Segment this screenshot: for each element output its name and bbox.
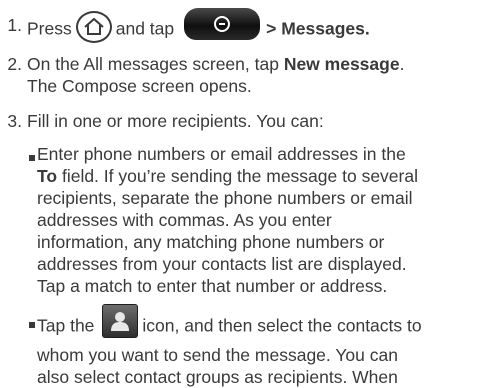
step-1-messages-label: > Messages.	[266, 18, 370, 39]
contact-icon	[102, 304, 139, 338]
step-1-press-text: Press	[27, 18, 72, 39]
step-3-text: Fill in one or more recipients. You can:	[27, 111, 324, 131]
bullet-1-text: Enter phone numbers or email addresses i…	[37, 144, 418, 296]
step-1-tap-text: and tap	[115, 18, 175, 39]
to-field-label: To	[37, 166, 58, 186]
step-2-line-2: The Compose screen opens.	[27, 76, 252, 96]
step-number: 1.	[7, 15, 22, 35]
step-2-line-1: On the All messages screen, tap New mess…	[27, 54, 405, 74]
instruction-page: 1. Press and tap > Messages. 2. On the All…	[0, 0, 485, 387]
bullet-2-text: Tap the icon, and then select the contact…	[37, 304, 485, 388]
step-1-text: Press and tap > Messages.	[27, 8, 481, 46]
new-message-label: New message	[283, 54, 400, 74]
home-icon	[75, 11, 112, 43]
step-2-text: On the All messages screen, tap New mess…	[27, 53, 481, 97]
menu-key-icon	[184, 8, 261, 40]
step-number: 2.	[7, 54, 22, 74]
step-number: 3.	[7, 111, 22, 131]
